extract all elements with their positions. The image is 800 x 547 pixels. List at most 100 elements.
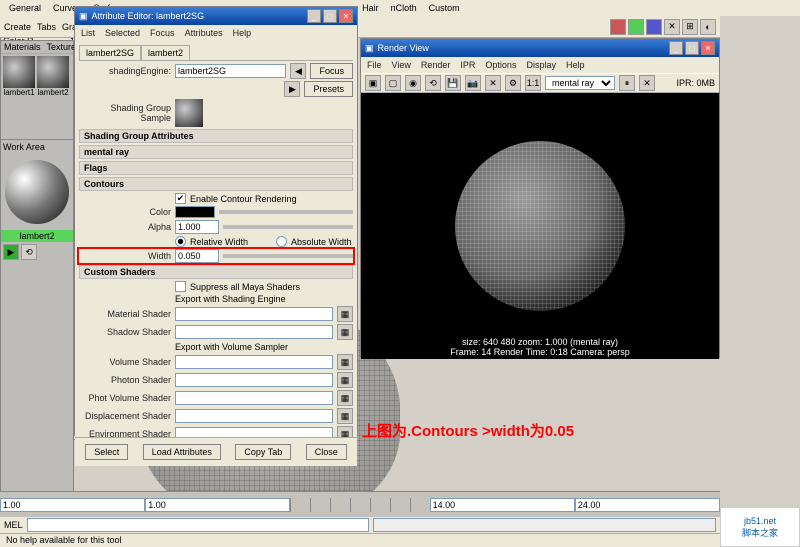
toolbar-tabs[interactable]: Tabs [37,22,56,32]
map-icon[interactable]: ▦ [337,306,353,322]
presets-button[interactable]: Presets [304,81,353,97]
swatch-label: lambert2 [37,88,69,97]
scale-icon[interactable]: 1:1 [525,75,541,91]
material-swatch[interactable] [37,56,69,88]
save-icon[interactable]: 💾 [445,75,461,91]
map-icon[interactable]: ▦ [337,354,353,370]
nav-fwd-icon[interactable]: ▶ [284,81,300,97]
tab-materials[interactable]: Materials [1,41,44,53]
rv-title: Render View [378,43,429,53]
ipr-icon[interactable]: ◉ [405,75,421,91]
maximize-icon[interactable]: □ [685,41,699,55]
render-region-icon[interactable]: ▢ [385,75,401,91]
menu-render[interactable]: Render [421,60,451,70]
width-field[interactable] [175,249,219,263]
ae-tab-sg[interactable]: lambert2SG [79,45,141,60]
section-sg-attrs[interactable]: Shading Group Attributes [79,129,353,143]
photon-shader-field[interactable] [175,373,333,387]
menu-display[interactable]: Display [526,60,556,70]
close-icon[interactable]: ✕ [701,41,715,55]
copy-tab-button[interactable]: Copy Tab [235,444,291,460]
menu-view[interactable]: View [392,60,411,70]
load-attrs-button[interactable]: Load Attributes [143,444,221,460]
menu-file[interactable]: File [367,60,382,70]
ae-title-bar[interactable]: ▣ Attribute Editor: lambert2SG _ □ ✕ [75,7,357,25]
relwidth-radio[interactable] [175,236,186,247]
close-icon[interactable]: ✕ [339,9,353,23]
photvol-shader-field[interactable] [175,391,333,405]
menu-help[interactable]: Help [566,60,585,70]
timeline[interactable] [0,491,720,517]
minimize-icon[interactable]: _ [669,41,683,55]
color-slider[interactable] [219,210,353,214]
range-end[interactable] [575,498,720,512]
menu-options[interactable]: Options [485,60,516,70]
map-icon[interactable]: ▦ [337,324,353,340]
work-swatch[interactable] [5,160,69,224]
map-icon[interactable]: ▦ [337,408,353,424]
section-contours[interactable]: Contours [79,177,353,191]
shelf-icon[interactable] [610,19,626,35]
material-swatch[interactable] [3,56,35,88]
range-start[interactable] [0,498,145,512]
abswidth-radio[interactable] [276,236,287,247]
shadow-shader-field[interactable] [175,325,333,339]
menu-attributes[interactable]: Attributes [185,28,223,38]
rv-title-bar[interactable]: ▣ Render View _ □ ✕ [361,39,719,57]
loop-icon[interactable]: ⟲ [21,244,37,260]
section-custom-shaders[interactable]: Custom Shaders [79,265,353,279]
stop-icon[interactable]: ✕ [639,75,655,91]
tab-general[interactable]: General [6,2,44,14]
shelf-icon[interactable] [628,19,644,35]
menu-ipr[interactable]: IPR [460,60,475,70]
inner-start[interactable] [145,498,290,512]
shadingengine-field[interactable] [175,64,286,78]
disp-shader-field[interactable] [175,409,333,423]
tab-ncloth[interactable]: nCloth [388,2,420,14]
refresh-icon[interactable]: ⟲ [425,75,441,91]
renderer-select[interactable]: mental ray [545,76,615,90]
menu-selected[interactable]: Selected [105,28,140,38]
tab-hair[interactable]: Hair [359,2,382,14]
maximize-icon[interactable]: □ [323,9,337,23]
menu-help[interactable]: Help [233,28,252,38]
section-mentalray[interactable]: mental ray [79,145,353,159]
menu-list[interactable]: List [81,28,95,38]
alpha-slider[interactable] [223,225,353,229]
width-slider[interactable] [223,254,353,258]
play-icon[interactable]: ▶ [3,244,19,260]
suppress-checkbox[interactable] [175,281,186,292]
color-swatch[interactable] [175,206,215,218]
mel-input[interactable] [27,518,370,532]
map-icon[interactable]: ▦ [337,372,353,388]
menu-focus[interactable]: Focus [150,28,175,38]
minimize-icon[interactable]: _ [307,9,321,23]
env-shader-field[interactable] [175,427,333,437]
render-viewport[interactable]: size: 640 480 zoom: 1.000 (mental ray)Fr… [361,93,719,359]
tab-custom[interactable]: Custom [426,2,463,14]
inner-end[interactable] [430,498,575,512]
alpha-field[interactable] [175,220,219,234]
select-button[interactable]: Select [85,444,128,460]
render-icon[interactable]: ▣ [365,75,381,91]
time-ticks[interactable] [290,498,429,512]
pause-icon[interactable]: ⏸ [619,75,635,91]
section-flags[interactable]: Flags [79,161,353,175]
shelf-icon[interactable]: ⊞ [682,19,698,35]
map-icon[interactable]: ▦ [337,426,353,437]
map-icon[interactable]: ▦ [337,390,353,406]
keep-icon[interactable]: 📷 [465,75,481,91]
shelf-icon[interactable]: ✕ [664,19,680,35]
close-button[interactable]: Close [306,444,347,460]
focus-button[interactable]: Focus [310,63,353,79]
material-shader-field[interactable] [175,307,333,321]
settings-icon[interactable]: ⚙ [505,75,521,91]
volume-shader-field[interactable] [175,355,333,369]
ae-tab-lambert[interactable]: lambert2 [141,45,190,60]
enable-contour-checkbox[interactable]: ✔ [175,193,186,204]
remove-icon[interactable]: ✕ [485,75,501,91]
toolbar-create[interactable]: Create [4,22,31,32]
shelf-icon[interactable]: ◐ [700,19,716,35]
nav-back-icon[interactable]: ◀ [290,63,306,79]
shelf-icon[interactable] [646,19,662,35]
